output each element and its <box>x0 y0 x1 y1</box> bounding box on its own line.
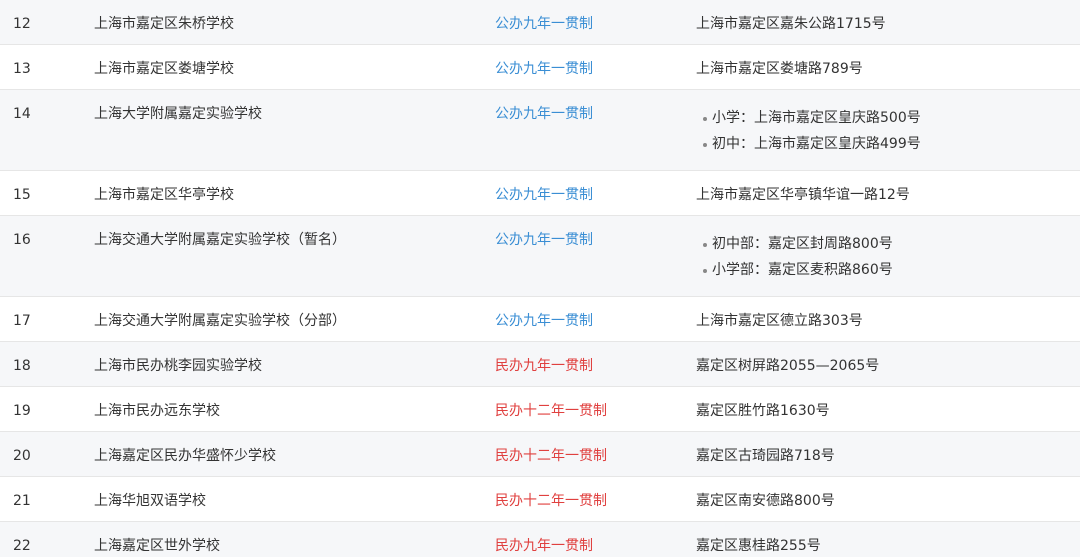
school-type: 公办九年一贯制 <box>495 215 696 297</box>
school-name: 上海嘉定区世外学校 <box>94 521 495 557</box>
table-row: 14 上海大学附属嘉定实验学校 公办九年一贯制 小学：上海市嘉定区皇庆路500号… <box>0 89 1080 171</box>
row-index: 14 <box>0 89 94 171</box>
school-name: 上海市民办桃李园实验学校 <box>94 341 495 387</box>
table-row: 15 上海市嘉定区华亭学校 公办九年一贯制 上海市嘉定区华亭镇华谊一路12号 <box>0 170 1080 216</box>
school-name: 上海交通大学附属嘉定实验学校（暂名） <box>94 215 495 297</box>
row-index: 20 <box>0 431 94 477</box>
address-list-item: 初中部：嘉定区封周路800号 <box>696 234 1080 254</box>
row-index: 12 <box>0 0 94 45</box>
school-table-body: 12 上海市嘉定区朱桥学校 公办九年一贯制 上海市嘉定区嘉朱公路1715号 13… <box>0 0 1080 557</box>
table-row: 17 上海交通大学附属嘉定实验学校（分部） 公办九年一贯制 上海市嘉定区德立路3… <box>0 296 1080 342</box>
row-index: 22 <box>0 521 94 557</box>
school-address: 嘉定区南安德路800号 <box>696 476 1080 522</box>
school-type: 公办九年一贯制 <box>495 89 696 171</box>
school-type: 民办十二年一贯制 <box>495 476 696 522</box>
school-address: 小学：上海市嘉定区皇庆路500号 初中：上海市嘉定区皇庆路499号 <box>696 89 1080 171</box>
row-index: 16 <box>0 215 94 297</box>
school-type: 公办九年一贯制 <box>495 0 696 45</box>
school-address: 嘉定区胜竹路1630号 <box>696 386 1080 432</box>
school-name: 上海市嘉定区娄塘学校 <box>94 44 495 90</box>
table-row: 18 上海市民办桃李园实验学校 民办九年一贯制 嘉定区树屏路2055—2065号 <box>0 341 1080 387</box>
table-row: 19 上海市民办远东学校 民办十二年一贯制 嘉定区胜竹路1630号 <box>0 386 1080 432</box>
school-type: 公办九年一贯制 <box>495 170 696 216</box>
table-row: 22 上海嘉定区世外学校 民办九年一贯制 嘉定区惠桂路255号 <box>0 521 1080 557</box>
school-type: 民办十二年一贯制 <box>495 431 696 477</box>
school-table: 12 上海市嘉定区朱桥学校 公办九年一贯制 上海市嘉定区嘉朱公路1715号 13… <box>0 0 1080 557</box>
address-list-item: 初中：上海市嘉定区皇庆路499号 <box>696 134 1080 154</box>
school-name: 上海市嘉定区华亭学校 <box>94 170 495 216</box>
address-list-item: 小学部：嘉定区麦积路860号 <box>696 260 1080 280</box>
address-list: 小学：上海市嘉定区皇庆路500号 初中：上海市嘉定区皇庆路499号 <box>696 108 1080 154</box>
school-address: 嘉定区惠桂路255号 <box>696 521 1080 557</box>
row-index: 19 <box>0 386 94 432</box>
school-type: 公办九年一贯制 <box>495 296 696 342</box>
row-index: 18 <box>0 341 94 387</box>
table-row: 13 上海市嘉定区娄塘学校 公办九年一贯制 上海市嘉定区娄塘路789号 <box>0 44 1080 90</box>
school-address: 嘉定区古琦园路718号 <box>696 431 1080 477</box>
school-address: 上海市嘉定区华亭镇华谊一路12号 <box>696 170 1080 216</box>
table-row: 12 上海市嘉定区朱桥学校 公办九年一贯制 上海市嘉定区嘉朱公路1715号 <box>0 0 1080 45</box>
school-name: 上海嘉定区民办华盛怀少学校 <box>94 431 495 477</box>
table-row: 21 上海华旭双语学校 民办十二年一贯制 嘉定区南安德路800号 <box>0 476 1080 522</box>
table-row: 16 上海交通大学附属嘉定实验学校（暂名） 公办九年一贯制 初中部：嘉定区封周路… <box>0 215 1080 297</box>
school-type: 民办十二年一贯制 <box>495 386 696 432</box>
row-index: 17 <box>0 296 94 342</box>
school-address: 嘉定区树屏路2055—2065号 <box>696 341 1080 387</box>
school-name: 上海市嘉定区朱桥学校 <box>94 0 495 45</box>
table-row: 20 上海嘉定区民办华盛怀少学校 民办十二年一贯制 嘉定区古琦园路718号 <box>0 431 1080 477</box>
school-name: 上海大学附属嘉定实验学校 <box>94 89 495 171</box>
school-type: 民办九年一贯制 <box>495 521 696 557</box>
school-address: 初中部：嘉定区封周路800号 小学部：嘉定区麦积路860号 <box>696 215 1080 297</box>
school-address: 上海市嘉定区娄塘路789号 <box>696 44 1080 90</box>
school-type: 公办九年一贯制 <box>495 44 696 90</box>
address-list-item: 小学：上海市嘉定区皇庆路500号 <box>696 108 1080 128</box>
row-index: 13 <box>0 44 94 90</box>
school-address: 上海市嘉定区嘉朱公路1715号 <box>696 0 1080 45</box>
school-name: 上海市民办远东学校 <box>94 386 495 432</box>
school-address: 上海市嘉定区德立路303号 <box>696 296 1080 342</box>
school-name: 上海交通大学附属嘉定实验学校（分部） <box>94 296 495 342</box>
school-name: 上海华旭双语学校 <box>94 476 495 522</box>
row-index: 15 <box>0 170 94 216</box>
row-index: 21 <box>0 476 94 522</box>
school-type: 民办九年一贯制 <box>495 341 696 387</box>
address-list: 初中部：嘉定区封周路800号 小学部：嘉定区麦积路860号 <box>696 234 1080 280</box>
